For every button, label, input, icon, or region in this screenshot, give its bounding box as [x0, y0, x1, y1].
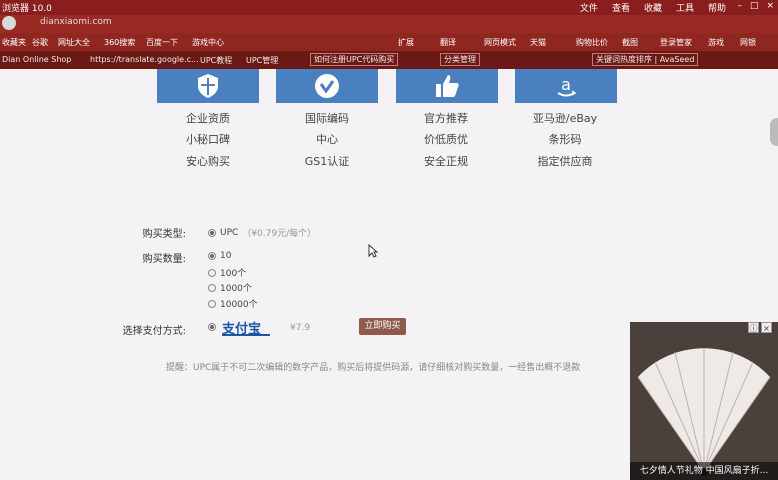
purchase-type-label: 购买类型:: [142, 229, 186, 240]
buy-now-button[interactable]: 立即购买: [359, 318, 406, 335]
fav-item[interactable]: 网址大全: [58, 37, 90, 48]
quantity-option-1000[interactable]: 1000个: [208, 281, 252, 294]
shield-icon: [197, 73, 219, 99]
tab[interactable]: UPC教程: [200, 55, 232, 66]
fav-item[interactable]: 截图: [622, 37, 638, 48]
fav-item[interactable]: 百度一下: [146, 37, 178, 48]
amazon-logo-icon: a: [553, 73, 579, 99]
quantity-label: 购买数量:: [142, 254, 186, 265]
menu-help[interactable]: 帮助: [708, 1, 726, 14]
feature-caption: 小秘口碑: [186, 133, 230, 146]
radio-qty-10000[interactable]: [208, 299, 216, 308]
fav-item[interactable]: 网银: [740, 37, 756, 48]
radio-qty-10[interactable]: [208, 252, 216, 260]
quantity-option-100[interactable]: 100个: [208, 266, 246, 279]
tab[interactable]: Dian Online Shop: [2, 55, 71, 64]
menu-file[interactable]: 文件: [580, 1, 598, 14]
feature-caption: 企业资质: [186, 112, 230, 125]
check-badge-icon: [314, 73, 340, 99]
radio-alipay[interactable]: [208, 323, 216, 331]
thumbs-up-icon: [434, 73, 460, 99]
folding-fan-icon: [630, 322, 778, 480]
browser-logo-icon: [2, 16, 16, 30]
menu-view[interactable]: 查看: [612, 1, 630, 14]
menu-tools[interactable]: 工具: [676, 1, 694, 14]
feature-caption: 国际编码: [305, 112, 349, 125]
browser-tabs: Dian Online Shop https://translate.googl…: [0, 51, 778, 69]
browser-titlebar: 浏览器 10.0 文件 查看 收藏 工具 帮助 – □ ×: [0, 0, 778, 15]
feature-block-certification: [276, 69, 378, 103]
fav-item[interactable]: 谷歌: [32, 37, 48, 48]
browser-navbar: dianxiaomi.com: [0, 15, 778, 33]
purchase-type-option[interactable]: UPC （¥0.79元/每个）: [208, 226, 316, 239]
total-price-text: ¥7.9: [290, 323, 311, 333]
feature-block-recommended: [396, 69, 498, 103]
window-title: 浏览器 10.0: [2, 4, 52, 14]
feature-caption: 指定供应商: [537, 155, 593, 168]
window-controls: – □ ×: [737, 1, 774, 11]
feature-caption: 条形码: [548, 133, 582, 146]
ad-close-icon[interactable]: ×: [761, 322, 772, 333]
address-bar[interactable]: dianxiaomi.com: [40, 17, 220, 30]
payment-method-label: 选择支付方式:: [122, 326, 186, 337]
fav-item[interactable]: 收藏夹: [2, 37, 26, 48]
purchase-type-value: UPC: [220, 227, 239, 238]
ad-info-icon[interactable]: ⓘ: [748, 322, 759, 333]
tab[interactable]: UPC管理: [246, 55, 278, 66]
feature-block-amazon: a: [515, 69, 617, 103]
purchase-type-price: （¥0.79元/每个）: [242, 229, 317, 239]
fav-item[interactable]: 天猫: [530, 37, 546, 48]
fav-item[interactable]: 360搜索: [104, 37, 135, 48]
tab[interactable]: 如何注册UPC代码购买: [310, 53, 399, 66]
tab[interactable]: 分类管理: [440, 53, 480, 66]
fav-item[interactable]: 购物比价: [576, 37, 608, 48]
fav-item[interactable]: 游戏中心: [192, 37, 224, 48]
fav-item[interactable]: 翻译: [440, 37, 456, 48]
ad-caption[interactable]: 七夕情人节礼物 中国风扇子折...: [630, 462, 778, 480]
menu-favorites[interactable]: 收藏: [644, 1, 662, 14]
alipay-logo-underline: [222, 334, 270, 336]
tab[interactable]: 关键词热度排序 | AvaSeed: [592, 53, 699, 66]
feature-caption: 官方推荐: [424, 112, 468, 125]
feature-caption: 价低质优: [424, 133, 468, 146]
quantity-option-10[interactable]: 10: [208, 251, 231, 261]
quantity-option-text: 10000个: [220, 300, 258, 310]
purchase-notice: 提醒：UPC属于不可二次编辑的数字产品，购买后将提供码源，请仔细核对购买数量，一…: [166, 363, 581, 373]
quantity-option-text: 1000个: [220, 284, 252, 294]
minimize-icon[interactable]: –: [737, 1, 742, 11]
radio-qty-100[interactable]: [208, 268, 216, 277]
radio-qty-1000[interactable]: [208, 283, 216, 292]
ad-banner[interactable]: [630, 322, 778, 480]
fav-item[interactable]: 登录管家: [660, 37, 692, 48]
fav-item[interactable]: 游戏: [708, 37, 724, 48]
maximize-icon[interactable]: □: [750, 1, 759, 11]
payment-radio-wrap[interactable]: [208, 323, 216, 331]
favorites-bar: 收藏夹 谷歌 网址大全 360搜索 百度一下 游戏中心 扩展 翻译 网页模式 天…: [0, 33, 778, 51]
feature-caption: 亚马逊/eBay: [532, 112, 598, 125]
ad-controls: ⓘ ×: [748, 322, 772, 333]
total-price: ¥7.9: [290, 323, 310, 333]
feature-caption: GS1认证: [304, 155, 350, 168]
feature-caption: 安心购买: [186, 155, 230, 168]
quantity-option-text: 10: [220, 251, 232, 261]
tab[interactable]: https://translate.google.c...: [90, 55, 199, 64]
fav-item[interactable]: 扩展: [398, 37, 414, 48]
fav-item[interactable]: 网页模式: [484, 37, 516, 48]
feature-caption: 安全正规: [424, 155, 468, 168]
radio-upc[interactable]: [208, 228, 216, 237]
quantity-option-10000[interactable]: 10000个: [208, 297, 258, 310]
quantity-option-text: 100个: [220, 269, 247, 279]
side-scroll-handle[interactable]: [770, 118, 778, 146]
svg-text:a: a: [561, 75, 571, 94]
close-window-icon[interactable]: ×: [766, 1, 774, 11]
menu-bar: 文件 查看 收藏 工具 帮助: [580, 1, 726, 14]
feature-caption: 中心: [316, 133, 338, 146]
feature-block-qualification: [157, 69, 259, 103]
mouse-cursor-icon: [368, 243, 379, 262]
